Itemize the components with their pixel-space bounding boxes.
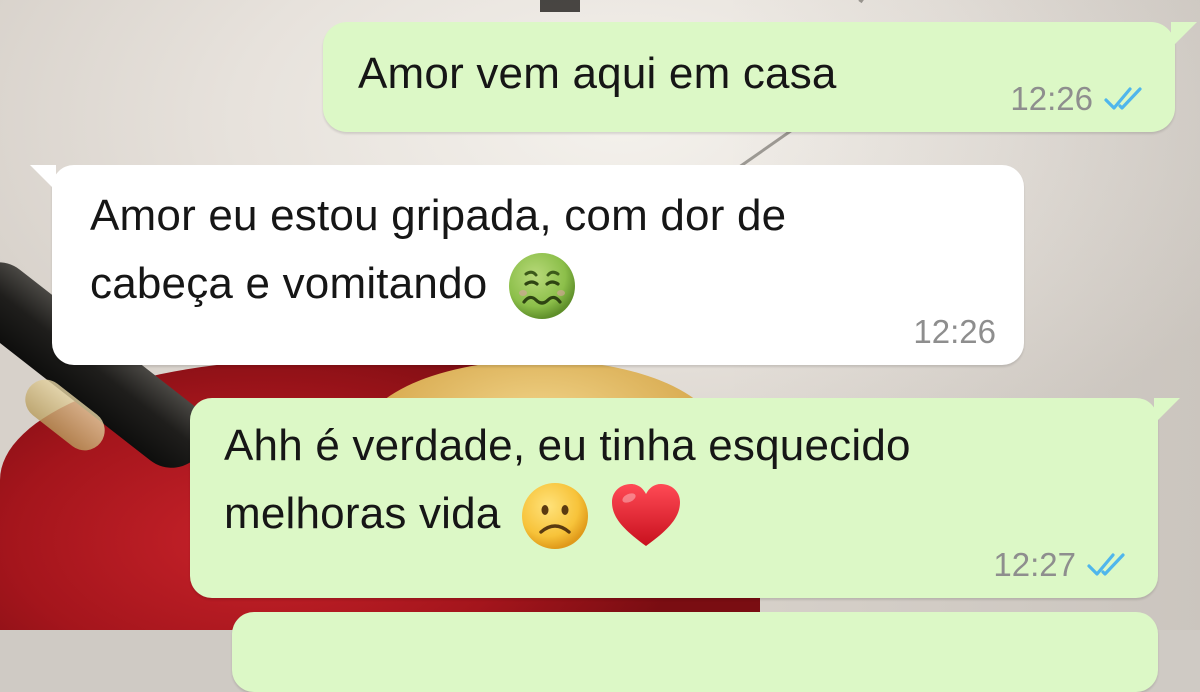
message-bubble-outgoing[interactable]: Amor vem aqui em casa 12:26 [323, 22, 1197, 132]
message-line: Amor vem aqui em casa [358, 49, 837, 98]
message-meta: 12:26 [1010, 80, 1147, 118]
message-line-with-emoji: melhoras vida [224, 480, 911, 552]
message-line: Ahh é verdade, eu tinha esquecido [224, 421, 911, 470]
message-line: cabeça e vomitando [90, 259, 488, 308]
message-line: Amor eu estou gripada, com dor de [90, 191, 787, 240]
message-meta: 12:27 [993, 546, 1130, 584]
message-text: Amor vem aqui em casa [358, 40, 837, 108]
nauseated-face-icon [508, 253, 575, 320]
message-line: melhoras vida [224, 489, 501, 538]
message-text: Amor eu estou gripada, com dor de cabeça… [90, 182, 786, 322]
message-bubble-outgoing-partial[interactable] [232, 612, 1158, 692]
message-time: 12:27 [993, 546, 1076, 583]
message-bubble-incoming[interactable]: Amor eu estou gripada, com dor de cabeça… [30, 165, 1024, 365]
message-time: 12:26 [913, 313, 996, 350]
chat-conversation[interactable]: Amor vem aqui em casa 12:26 Amor eu esto… [0, 0, 1200, 692]
message-bubble-outgoing[interactable]: Ahh é verdade, eu tinha esquecido melhor… [190, 398, 1180, 598]
double-check-read-icon [1087, 553, 1125, 576]
frowning-face-icon [521, 483, 588, 550]
message-line-with-emoji: cabeça e vomitando [90, 250, 786, 322]
double-check-read-icon [1104, 87, 1142, 110]
red-heart-icon [612, 484, 681, 547]
message-text: Ahh é verdade, eu tinha esquecido melhor… [224, 412, 911, 552]
message-time: 12:26 [1010, 80, 1093, 117]
message-meta: 12:26 [913, 313, 996, 351]
